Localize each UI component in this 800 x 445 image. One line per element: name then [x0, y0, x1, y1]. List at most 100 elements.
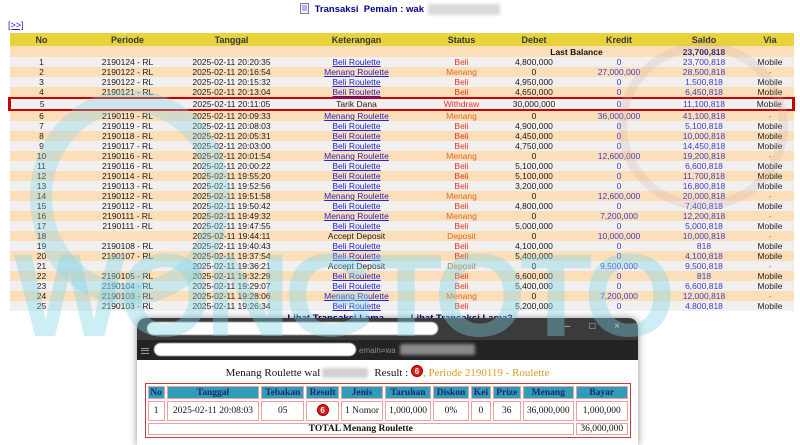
- cell-via: Mobile: [746, 201, 794, 211]
- result-cell-diskon: 0%: [433, 401, 469, 421]
- cell-kredit: 0: [576, 301, 662, 311]
- cell-no: 22: [9, 271, 74, 281]
- cell-keterangan: Beli Roulette: [281, 171, 432, 181]
- column-header: Debet: [491, 33, 577, 46]
- roulette-result-icon: 6: [410, 365, 423, 377]
- transactions-table: No Periode Tanggal Keterangan Status Debet Kre…: [8, 33, 795, 311]
- keterangan-link[interactable]: Beli Roulette: [332, 131, 380, 141]
- keterangan-link[interactable]: Beli Roulette: [332, 271, 380, 281]
- keterangan-link[interactable]: Beli Roulette: [332, 121, 380, 131]
- cell-keterangan: Beli Roulette: [281, 121, 432, 131]
- keterangan-link[interactable]: Beli Roulette: [332, 181, 380, 191]
- cell-via: Mobile: [746, 141, 794, 151]
- periode-text: , Periode 2190119 - Roulette: [422, 367, 550, 379]
- cell-periode: [73, 261, 182, 271]
- censored-player-name: [322, 368, 369, 379]
- cell-periode: 2190103 - RL: [73, 291, 182, 301]
- cell-via: -: [746, 231, 794, 241]
- cell-keterangan: Menang Roulette: [281, 291, 432, 301]
- cell-keterangan: Beli Roulette: [281, 251, 432, 261]
- keterangan-link[interactable]: Beli Roulette: [332, 251, 380, 261]
- keterangan-link[interactable]: Menang Roulette: [324, 151, 389, 161]
- expand-link[interactable]: [>>]: [8, 20, 24, 30]
- cell-kredit: 0: [576, 161, 662, 171]
- keterangan-link[interactable]: Beli Roulette: [332, 301, 380, 311]
- result-column-header: Taruhan: [384, 386, 432, 399]
- cell-saldo: 7,400,818: [661, 201, 747, 211]
- url-field-censored[interactable]: [154, 343, 356, 356]
- maximize-button[interactable]: □: [581, 321, 603, 332]
- minimize-button[interactable]: –: [556, 321, 578, 332]
- keterangan-link[interactable]: Beli Roulette: [332, 141, 380, 151]
- result-column-header: Diskon: [433, 386, 469, 399]
- cell-tanggal: 2025-02-11 19:29:07: [181, 281, 282, 291]
- keterangan-link[interactable]: Menang Roulette: [324, 67, 389, 77]
- cell-via: -: [746, 211, 794, 221]
- keterangan-link[interactable]: Beli Roulette: [332, 241, 380, 251]
- table-row: 13 2190113 - RL 2025-02-11 19:52:56 Beli Ro…: [9, 181, 794, 191]
- cell-status: Beli: [431, 271, 492, 281]
- cell-debet: 30,000,000: [491, 97, 577, 111]
- cell-no: 5: [8, 97, 74, 111]
- cell-debet: 6,600,000: [491, 271, 577, 281]
- result-header-row: No Tanggal Tebakan Result Jenis Taruhan Diskon…: [147, 386, 628, 399]
- cell-periode: 2190116 - RL: [73, 161, 182, 171]
- cell-saldo: 11,700,818: [661, 171, 747, 181]
- result-cell-tebakan: 05: [261, 401, 305, 421]
- cell-tanggal: 2025-02-11 19:52:56: [181, 181, 282, 191]
- browser-tab-censored[interactable]: [147, 322, 438, 335]
- cell-saldo: 10,000,818: [661, 231, 747, 241]
- keterangan-link[interactable]: Menang Roulette: [324, 211, 389, 221]
- cell-via: Mobile: [746, 271, 794, 281]
- keterangan-link[interactable]: Beli Roulette: [332, 221, 380, 231]
- cell-no: 19: [9, 241, 74, 251]
- cell-via: Mobile: [746, 301, 794, 311]
- keterangan-link[interactable]: Menang Roulette: [324, 291, 389, 301]
- cell-kredit: 36,000,000: [576, 110, 662, 121]
- cell-saldo: 6,600,818: [661, 281, 747, 291]
- cell-via: Mobile: [746, 77, 794, 87]
- column-header: Status: [431, 33, 492, 46]
- cell-periode: [73, 231, 182, 241]
- keterangan-link[interactable]: Beli Roulette: [332, 77, 380, 87]
- cell-kredit: 0: [576, 141, 662, 151]
- cell-periode: 2190104 - RL: [73, 281, 182, 291]
- cell-keterangan: Menang Roulette: [281, 191, 432, 201]
- result-label: Result :: [374, 367, 409, 379]
- keterangan-link[interactable]: Beli Roulette: [332, 87, 380, 97]
- cell-debet: 4,950,000: [491, 77, 577, 87]
- cell-debet: 4,750,000: [491, 141, 577, 151]
- cell-tanggal: 2025-02-11 20:01:54: [181, 151, 282, 161]
- cell-tanggal: 2025-02-11 20:13:04: [181, 87, 282, 98]
- close-button[interactable]: ×: [606, 321, 628, 332]
- cell-keterangan: Menang Roulette: [281, 110, 432, 121]
- cell-kredit: 0: [576, 77, 662, 87]
- cell-no: 21: [9, 261, 74, 271]
- keterangan-link[interactable]: Beli Roulette: [332, 281, 380, 291]
- cell-no: 23: [9, 281, 74, 291]
- cell-status: Beli: [431, 161, 492, 171]
- table-row: 10 2190116 - RL 2025-02-11 20:01:54 Menang …: [9, 151, 794, 161]
- cell-debet: 4,450,000: [491, 131, 577, 141]
- column-header: No: [9, 33, 74, 46]
- title-text: Transaksi: [314, 4, 359, 15]
- keterangan-link[interactable]: Beli Roulette: [332, 171, 380, 181]
- table-row: 25 2190103 - RL 2025-02-11 19:26:34 Beli Ro…: [9, 301, 794, 311]
- result-cell-tanggal: 2025-02-11 20:08:03: [166, 401, 260, 421]
- keterangan-link[interactable]: Beli Roulette: [332, 161, 380, 171]
- table-row: 4 2190121 - RL 2025-02-11 20:13:04 Beli Rou…: [9, 87, 794, 98]
- table-row: 17 2190111 - RL 2025-02-11 19:47:55 Beli Ro…: [9, 221, 794, 231]
- cell-via: -: [746, 151, 794, 161]
- cell-saldo: 12,200,818: [661, 211, 747, 221]
- table-row: 9 2190117 - RL 2025-02-11 20:03:00 Beli Rou…: [9, 141, 794, 151]
- cell-status: Beli: [431, 77, 492, 87]
- keterangan-link[interactable]: Menang Roulette: [324, 111, 389, 121]
- keterangan-link[interactable]: Menang Roulette: [324, 191, 389, 201]
- censored-player-name: [427, 3, 500, 15]
- keterangan-link[interactable]: Beli Roulette: [332, 201, 380, 211]
- cell-via: Mobile: [746, 251, 794, 261]
- sidebar-icon[interactable]: [141, 346, 149, 354]
- keterangan-link[interactable]: Beli Roulette: [332, 57, 380, 67]
- cell-periode: [73, 97, 182, 111]
- cell-periode: 2190124 - RL: [73, 57, 182, 67]
